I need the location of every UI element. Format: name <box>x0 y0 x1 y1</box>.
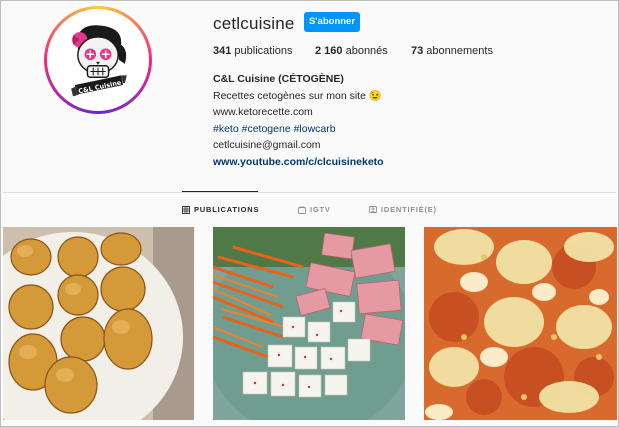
igtv-icon <box>298 205 306 214</box>
post-image-salad <box>213 227 405 420</box>
post-image-pizza <box>424 227 617 420</box>
bio-full-name: C&L Cuisine (CÉTOGÈNE) <box>213 73 344 85</box>
tab-publications[interactable]: PUBLICATIONS <box>182 205 259 214</box>
post-thumbnail[interactable] <box>213 227 405 420</box>
posts-grid <box>3 227 617 420</box>
bio-email: cetlcuisine@gmail.com <box>213 139 321 151</box>
stat-posts-label: publications <box>231 45 293 57</box>
tab-igtv[interactable]: IGTV <box>298 205 331 214</box>
follow-button[interactable]: S'abonner <box>304 12 360 32</box>
tabs-divider <box>3 192 616 193</box>
post-image-madeleines <box>3 227 194 420</box>
post-thumbnail[interactable] <box>424 227 617 420</box>
hashtag-link[interactable]: #cetogene <box>242 123 291 135</box>
bio-website-link[interactable]: www.youtube.com/c/clcuisineketo <box>213 154 384 171</box>
bio-line-2: www.ketorecette.com <box>213 106 313 118</box>
stat-followers-count: 2 160 <box>315 45 343 57</box>
profile-stats: 341 publications 2 160 abonnés 73 abonne… <box>213 45 493 57</box>
post-thumbnail[interactable] <box>3 227 194 420</box>
stat-following-label: abonnements <box>423 45 493 57</box>
active-tab-indicator <box>182 191 258 192</box>
profile-bio: C&L Cuisine (CÉTOGÈNE) Recettes cetogène… <box>213 71 384 170</box>
grid-icon <box>182 205 190 214</box>
tab-tagged[interactable]: IDENTIFIÉ(E) <box>369 205 437 214</box>
stat-following-count: 73 <box>411 45 424 57</box>
tab-publications-label: PUBLICATIONS <box>194 205 260 214</box>
tab-tagged-label: IDENTIFIÉ(E) <box>381 205 437 214</box>
hashtag-link[interactable]: #keto <box>213 123 239 135</box>
bio-line-1: Recettes cetogènes sur mon site 😉 <box>213 89 382 102</box>
bio-hashtags: #keto #cetogene #lowcarb <box>213 121 384 138</box>
tab-igtv-label: IGTV <box>310 205 331 214</box>
stat-posts: 341 publications <box>213 45 315 57</box>
stat-followers[interactable]: 2 160 abonnés <box>315 45 411 57</box>
tagged-icon <box>369 205 377 213</box>
stat-posts-count: 341 <box>213 45 232 57</box>
profile-username: cetlcuisine <box>213 14 295 33</box>
skull-logo-icon <box>71 25 127 97</box>
stat-followers-label: abonnés <box>342 45 388 57</box>
profile-avatar[interactable]: C&L Cuisine <box>44 6 152 114</box>
stat-following[interactable]: 73 abonnements <box>411 45 493 57</box>
hashtag-link[interactable]: #lowcarb <box>294 123 336 135</box>
